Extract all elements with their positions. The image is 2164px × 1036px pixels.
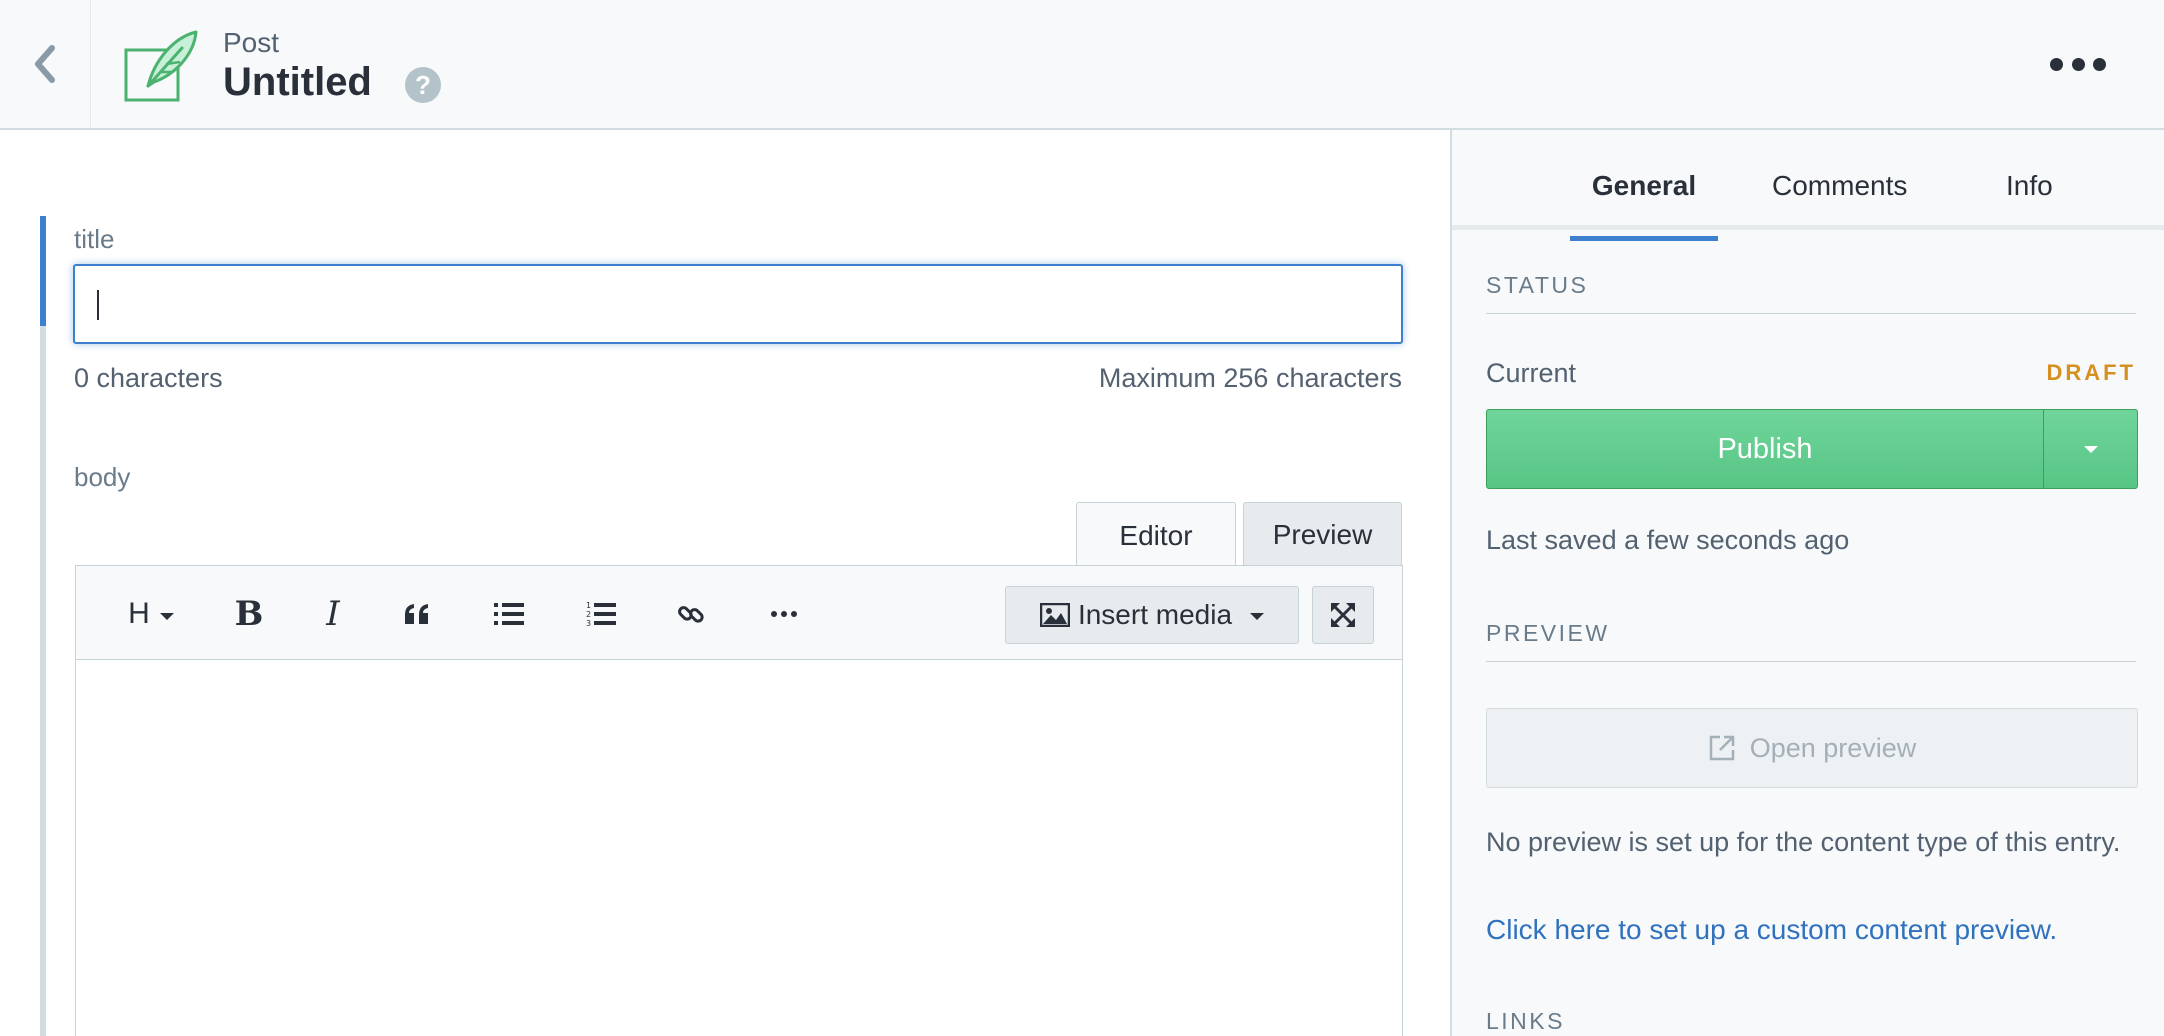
text-cursor: [97, 290, 99, 320]
svg-text:2: 2: [586, 610, 591, 619]
fullscreen-icon: [1331, 603, 1355, 627]
heading-label: H: [128, 597, 150, 630]
open-preview-label: Open preview: [1749, 732, 1917, 763]
bulleted-list-icon: [494, 603, 524, 625]
numbered-list-button[interactable]: 1 2 3: [576, 586, 626, 642]
publish-button[interactable]: Publish: [1487, 410, 2043, 488]
title-field-label: title: [74, 224, 115, 254]
entry-header: Post Untitled ?: [0, 0, 2164, 130]
current-status-label: Current: [1486, 358, 1577, 388]
page-title: Untitled: [223, 60, 372, 104]
no-preview-note: No preview is set up for the content typ…: [1486, 827, 2121, 857]
external-link-icon: [1709, 735, 1734, 761]
tab-editor[interactable]: Editor: [1076, 502, 1236, 568]
setup-preview-link[interactable]: Click here to set up a custom content pr…: [1486, 914, 2057, 946]
chevron-left-icon: [35, 45, 55, 83]
chevron-down-icon: [159, 612, 174, 620]
feather-icon: [124, 30, 198, 102]
character-count: 0 characters: [74, 363, 223, 393]
ellipsis-icon: [2071, 57, 2085, 71]
bold-button[interactable]: B: [224, 586, 274, 642]
help-icon[interactable]: ?: [405, 67, 441, 103]
back-button[interactable]: [0, 0, 91, 128]
sidebar-tabs: General Comments Info: [1452, 130, 2164, 230]
publish-button-group: Publish: [1486, 409, 2138, 489]
ellipsis-icon: [771, 611, 797, 617]
editor-toolbar: H B I 1 2 3 Insert media: [76, 566, 1402, 660]
more-formatting-button[interactable]: [759, 586, 809, 642]
heading-button[interactable]: H: [116, 586, 186, 642]
last-saved-text: Last saved a few seconds ago: [1486, 525, 1850, 555]
status-badge: DRAFT: [2046, 360, 2136, 385]
fullscreen-button[interactable]: [1312, 586, 1374, 644]
body-field-label: body: [74, 462, 131, 492]
title-input[interactable]: [73, 264, 1403, 344]
tab-preview[interactable]: Preview: [1243, 502, 1402, 566]
svg-text:3: 3: [586, 619, 591, 628]
quote-icon: [405, 604, 428, 624]
open-preview-button[interactable]: Open preview: [1486, 708, 2138, 788]
bulleted-list-button[interactable]: [484, 586, 534, 642]
links-section-heading: LINKS: [1486, 1008, 1565, 1034]
insert-media-button[interactable]: Insert media: [1005, 586, 1299, 644]
chevron-down-icon: [2083, 445, 2098, 453]
quote-button[interactable]: [392, 586, 442, 642]
insert-media-label: Insert media: [1077, 599, 1233, 630]
svg-text:1: 1: [586, 601, 591, 610]
character-limit: Maximum 256 characters: [1098, 363, 1402, 393]
tab-info[interactable]: Info: [2006, 170, 2053, 202]
more-actions-button[interactable]: [2050, 46, 2106, 82]
tab-comments[interactable]: Comments: [1772, 170, 1907, 202]
chevron-down-icon: [1250, 612, 1265, 620]
markdown-editor: H B I 1 2 3 Insert media: [75, 565, 1403, 1036]
content-type-label: Post: [223, 27, 280, 58]
status-section-heading: STATUS: [1486, 272, 2136, 314]
link-button[interactable]: [666, 586, 716, 642]
entry-editor: title 0 characters Maximum 256 character…: [0, 130, 1450, 1036]
ellipsis-icon: [2050, 57, 2063, 71]
preview-section-heading: PREVIEW: [1486, 620, 2136, 662]
ellipsis-icon: [2093, 57, 2106, 71]
tab-general[interactable]: General: [1570, 170, 1718, 202]
field-bar: [40, 326, 46, 1036]
image-icon: [1039, 603, 1070, 627]
italic-button[interactable]: I: [308, 586, 358, 642]
entry-sidebar: General Comments Info STATUS Current DRA…: [1450, 130, 2164, 1036]
link-icon: [678, 606, 704, 623]
publish-options-button[interactable]: [2043, 410, 2137, 488]
numbered-list-icon: 1 2 3: [586, 601, 616, 628]
editor-content-area[interactable]: [76, 660, 1402, 1036]
active-tab-indicator: [1570, 236, 1718, 241]
